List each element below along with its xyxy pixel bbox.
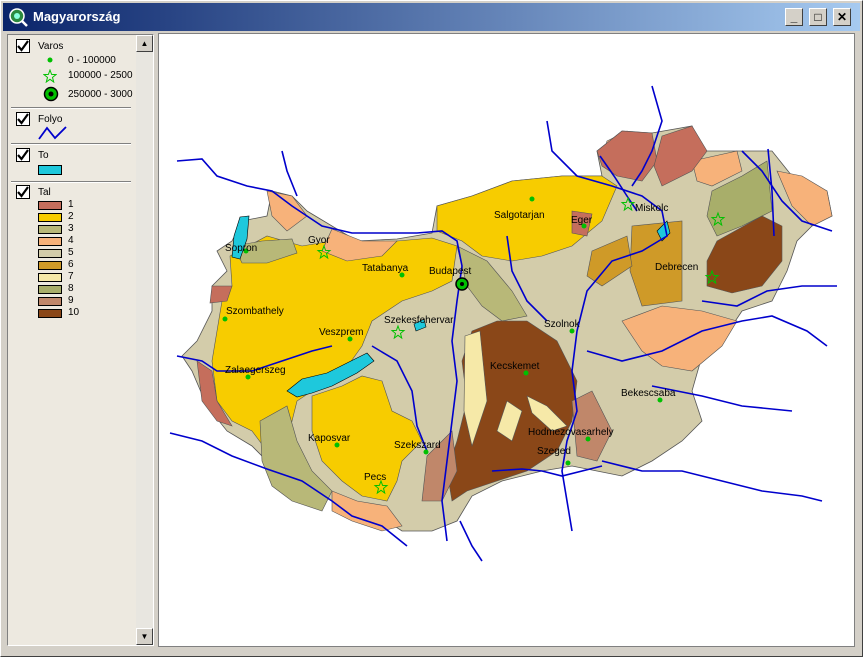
tal-class-label: 6: [68, 259, 74, 270]
river-nw: [281, 150, 298, 197]
minimize-button[interactable]: _: [785, 8, 803, 26]
city-label: Kaposvar: [308, 433, 351, 444]
legend-varos-class-3: 250000 - 3000: [68, 89, 133, 100]
layer-visibility-checkbox-tal[interactable]: [16, 185, 30, 199]
city-label: Debrecen: [655, 262, 698, 273]
lake-swatch-icon: [38, 165, 62, 175]
city-label: Szeged: [537, 446, 571, 457]
layer-name-to[interactable]: To: [38, 150, 49, 161]
tal-class-label: 9: [68, 295, 74, 306]
city-label: Kecskemet: [490, 361, 540, 372]
map-canvas[interactable]: Sopron Gyor Tatabanya Budapest Salgotarj…: [159, 34, 854, 646]
minimize-icon: _: [790, 10, 798, 24]
tal-class-swatch: [38, 237, 62, 246]
city-label: Gyor: [308, 235, 330, 246]
tal-class-label: 2: [68, 211, 74, 222]
maximize-button[interactable]: □: [809, 8, 827, 26]
tal-class-swatch: [38, 285, 62, 294]
tal-class-label: 5: [68, 247, 74, 258]
tal-class-swatch: [38, 261, 62, 270]
city-label: Budapest: [429, 266, 471, 277]
scroll-up-button[interactable]: ▲: [136, 35, 153, 52]
city-label: Bekescsaba: [621, 388, 676, 399]
toc-scrollbar[interactable]: ▲ ▼: [136, 35, 153, 645]
city-label: Tatabanya: [362, 263, 409, 274]
maximize-icon: □: [814, 10, 822, 24]
tal-class-label: 1: [68, 199, 74, 210]
city-label: Eger: [571, 215, 593, 226]
app-window: Magyarország _ □ ✕ Varos 0 - 100000 1000…: [0, 0, 863, 657]
city-label: Veszprem: [319, 327, 363, 338]
city-label: Szombathely: [226, 306, 284, 317]
city-label: Szekesfehervar: [384, 315, 454, 326]
city-label: Miskolc: [635, 203, 668, 214]
tal-class-label: 8: [68, 283, 74, 294]
city-dot[interactable]: [222, 316, 228, 322]
capital-marker-center: [460, 282, 464, 286]
city-label: Sopron: [225, 243, 257, 254]
tal-class-label: 3: [68, 223, 74, 234]
river-line-icon: [38, 126, 67, 140]
close-icon: ✕: [836, 10, 848, 24]
tal-class-swatch: [38, 213, 62, 222]
window-title: Magyarország: [33, 9, 121, 24]
city-label: Szekszard: [394, 440, 441, 451]
tal-class-swatch: [38, 297, 62, 306]
arrow-down-icon: ▼: [140, 632, 149, 641]
city-dot[interactable]: [529, 196, 535, 202]
tal-class-label: 7: [68, 271, 74, 282]
layer-name-folyo[interactable]: Folyo: [38, 114, 62, 125]
city-small-dot-icon: [47, 57, 53, 63]
layer-name-varos[interactable]: Varos: [38, 41, 63, 52]
tal-class-swatch: [38, 225, 62, 234]
legend-varos-class-1: 0 - 100000: [68, 55, 116, 66]
table-of-contents: Varos 0 - 100000 100000 - 2500 250000 - …: [7, 34, 154, 646]
legend-separator: [11, 143, 131, 145]
city-label: Szolnok: [544, 319, 581, 330]
tal-class-label: 10: [68, 307, 80, 318]
tal-class-swatch: [38, 309, 62, 318]
city-label: Salgotarjan: [494, 210, 545, 221]
city-capital-icon: [43, 86, 59, 102]
title-bar[interactable]: Magyarország _ □ ✕: [3, 3, 860, 31]
city-label: Zalaegerszeg: [225, 365, 286, 376]
close-button[interactable]: ✕: [833, 8, 851, 26]
tal-class-swatch: [38, 201, 62, 210]
scroll-down-button[interactable]: ▼: [136, 628, 153, 645]
city-star-icon: [43, 69, 57, 83]
layer-visibility-checkbox-to[interactable]: [16, 148, 30, 162]
river-center: [459, 520, 483, 562]
city-label: Hodmezovasarhely: [528, 427, 614, 438]
legend-list: Varos 0 - 100000 100000 - 2500 250000 - …: [8, 35, 136, 645]
tal-class-label: 4: [68, 235, 74, 246]
legend-separator: [11, 107, 131, 109]
layer-visibility-checkbox-varos[interactable]: [16, 39, 30, 53]
tal-class-swatch: [38, 249, 62, 258]
arrow-up-icon: ▲: [140, 39, 149, 48]
tal-class-swatch: [38, 273, 62, 282]
globe-magnifier-icon: [9, 8, 28, 27]
map-view[interactable]: Sopron Gyor Tatabanya Budapest Salgotarj…: [158, 33, 855, 647]
layer-name-tal[interactable]: Tal: [38, 187, 51, 198]
layer-visibility-checkbox-folyo[interactable]: [16, 112, 30, 126]
legend-separator: [11, 181, 131, 183]
city-label: Pecs: [364, 472, 386, 483]
legend-varos-class-2: 100000 - 2500: [68, 70, 133, 81]
city-dot[interactable]: [565, 460, 571, 466]
